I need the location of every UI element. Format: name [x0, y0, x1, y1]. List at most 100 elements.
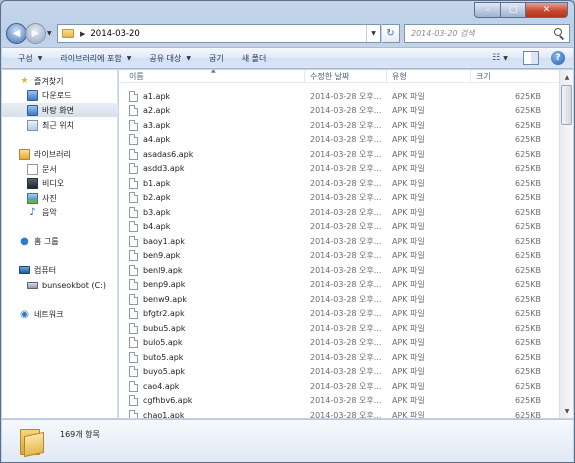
file-name-cell[interactable]: b1.apk: [129, 176, 170, 191]
address-dropdown-icon[interactable]: ▼: [366, 25, 380, 42]
file-name-cell[interactable]: asadas6.apk: [129, 147, 193, 162]
file-name-cell[interactable]: baoy1.apk: [129, 234, 185, 249]
nav-videos[interactable]: 비디오: [2, 176, 118, 190]
file-name: buto5.apk: [143, 352, 184, 362]
command-bar: 구성 ▼ 라이브러리에 포함 ▼ 공유 대상 ▼ 굽기 새 폴더 ☷ ▼ ?: [2, 47, 573, 69]
file-row[interactable]: a4.apk 2014-03-28 오후... APK 파일 625KB: [119, 133, 559, 148]
maximize-button[interactable]: □: [500, 2, 525, 18]
recent-pages-dropdown[interactable]: ▼: [47, 30, 52, 37]
search-input[interactable]: 2014-03-20 검색: [404, 24, 570, 43]
nav-drive-c[interactable]: bunseokbot (C:): [2, 278, 118, 292]
file-name-cell[interactable]: bulo5.apk: [129, 336, 183, 351]
file-row[interactable]: a1.apk 2014-03-28 오후... APK 파일 625KB: [119, 89, 559, 104]
column-header-size[interactable]: 크기: [471, 70, 559, 83]
column-header-name[interactable]: 이름: [124, 70, 305, 83]
change-view-icon[interactable]: ☷ ▼: [489, 51, 511, 65]
file-row[interactable]: b4.apk 2014-03-28 오후... APK 파일 625KB: [119, 220, 559, 235]
address-bar[interactable]: ▶ 2014-03-20 ▼: [57, 24, 381, 43]
file-row[interactable]: cao4.apk 2014-03-28 오후... APK 파일 625KB: [119, 379, 559, 394]
file-name-cell[interactable]: b2.apk: [129, 191, 170, 206]
file-row[interactable]: ben9.apk 2014-03-28 오후... APK 파일 625KB: [119, 249, 559, 264]
column-header-type[interactable]: 유형: [387, 70, 471, 83]
include-library-button[interactable]: 라이브러리에 포함 ▼: [51, 53, 140, 64]
forward-button[interactable]: ▶: [25, 23, 46, 44]
back-button[interactable]: ◀: [6, 23, 27, 44]
file-name-cell[interactable]: buyo5.apk: [129, 365, 185, 380]
burn-button[interactable]: 굽기: [200, 53, 233, 64]
nav-downloads[interactable]: 다운로드: [2, 88, 118, 102]
file-name-cell[interactable]: a2.apk: [129, 104, 170, 119]
file-name-cell[interactable]: b4.apk: [129, 220, 170, 235]
preview-pane-icon[interactable]: [523, 51, 539, 65]
nav-libraries[interactable]: 라이브러리: [2, 147, 118, 161]
file-name-cell[interactable]: cao4.apk: [129, 379, 179, 394]
search-icon[interactable]: [552, 27, 566, 41]
file-row[interactable]: bubu5.apk 2014-03-28 오후... APK 파일 625KB: [119, 321, 559, 336]
column-header-date[interactable]: 수정한 날짜: [305, 70, 387, 83]
nav-network[interactable]: ◉ 네트워크: [2, 307, 118, 321]
file-row[interactable]: b1.apk 2014-03-28 오후... APK 파일 625KB: [119, 176, 559, 191]
nav-documents[interactable]: 문서: [2, 162, 118, 176]
breadcrumb-current[interactable]: 2014-03-20: [90, 29, 139, 39]
file-row[interactable]: chao1.apk 2014-03-28 오후... APK 파일 625KB: [119, 408, 559, 418]
file-row[interactable]: benp9.apk 2014-03-28 오후... APK 파일 625KB: [119, 278, 559, 293]
scrollbar-thumb[interactable]: [561, 85, 572, 125]
file-size: 625KB: [514, 265, 541, 275]
file-row[interactable]: benl9.apk 2014-03-28 오후... APK 파일 625KB: [119, 263, 559, 278]
file-name-cell[interactable]: benp9.apk: [129, 278, 185, 293]
file-name-cell[interactable]: buto5.apk: [129, 350, 183, 365]
file-row[interactable]: asdd3.apk 2014-03-28 오후... APK 파일 625KB: [119, 162, 559, 177]
file-name-cell[interactable]: b3.apk: [129, 205, 170, 220]
file-size: 625KB: [514, 164, 541, 174]
file-row[interactable]: asadas6.apk 2014-03-28 오후... APK 파일 625KB: [119, 147, 559, 162]
vertical-scrollbar[interactable]: ▲ ▼: [559, 70, 573, 418]
file-type: APK 파일: [392, 251, 425, 261]
file-date: 2014-03-28 오후...: [310, 149, 382, 159]
nav-computer[interactable]: 컴퓨터: [2, 263, 118, 277]
file-row[interactable]: bulo5.apk 2014-03-28 오후... APK 파일 625KB: [119, 336, 559, 351]
file-name-cell[interactable]: bfgtr2.apk: [129, 307, 185, 322]
file-name-cell[interactable]: cgfhbv6.apk: [129, 394, 192, 409]
file-row[interactable]: benw9.apk 2014-03-28 오후... APK 파일 625KB: [119, 292, 559, 307]
file-name-cell[interactable]: a1.apk: [129, 89, 170, 104]
file-row[interactable]: bfgtr2.apk 2014-03-28 오후... APK 파일 625KB: [119, 307, 559, 322]
nav-homegroup[interactable]: ● 홈 그룹: [2, 234, 118, 248]
help-icon[interactable]: ?: [551, 51, 565, 65]
file-row[interactable]: buyo5.apk 2014-03-28 오후... APK 파일 625KB: [119, 365, 559, 380]
file-name: b2.apk: [143, 193, 171, 203]
file-icon: [129, 366, 138, 378]
file-row[interactable]: b3.apk 2014-03-28 오후... APK 파일 625KB: [119, 205, 559, 220]
scroll-up-icon[interactable]: ▲: [560, 70, 574, 84]
file-row[interactable]: a3.apk 2014-03-28 오후... APK 파일 625KB: [119, 118, 559, 133]
new-folder-button[interactable]: 새 폴더: [233, 53, 276, 64]
nav-music[interactable]: ♪ 음악: [2, 205, 118, 219]
nav-desktop[interactable]: 바탕 화면: [2, 103, 118, 117]
file-icon: [129, 134, 138, 146]
nav-recent[interactable]: 최근 위치: [2, 118, 118, 132]
file-name-cell[interactable]: benw9.apk: [129, 292, 187, 307]
scroll-down-icon[interactable]: ▼: [560, 404, 574, 418]
organize-button[interactable]: 구성 ▼: [2, 53, 51, 64]
file-name-cell[interactable]: a3.apk: [129, 118, 170, 133]
file-name-cell[interactable]: a4.apk: [129, 133, 170, 148]
file-row[interactable]: cgfhbv6.apk 2014-03-28 오후... APK 파일 625KB: [119, 394, 559, 409]
file-date: 2014-03-28 오후...: [310, 193, 382, 203]
minimize-button[interactable]: –: [474, 2, 500, 18]
file-row[interactable]: b2.apk 2014-03-28 오후... APK 파일 625KB: [119, 191, 559, 206]
share-with-button[interactable]: 공유 대상 ▼: [140, 53, 200, 64]
file-name-cell[interactable]: chao1.apk: [129, 408, 185, 418]
close-button[interactable]: ✕: [525, 2, 568, 18]
explorer-window: – □ ✕ ◀ ▶ ▼ ▶ 2014-03-20 ▼ ↻ 2014-03-20 …: [0, 0, 575, 463]
file-row[interactable]: buto5.apk 2014-03-28 오후... APK 파일 625KB: [119, 350, 559, 365]
nav-favorites[interactable]: ★ 즐겨찾기: [2, 74, 118, 88]
file-date: 2014-03-28 오후...: [310, 106, 382, 116]
refresh-button[interactable]: ↻: [382, 24, 400, 43]
file-name-cell[interactable]: benl9.apk: [129, 263, 183, 278]
breadcrumb-separator-icon[interactable]: ▶: [80, 30, 85, 38]
file-name-cell[interactable]: ben9.apk: [129, 249, 180, 264]
nav-pictures[interactable]: 사진: [2, 191, 118, 205]
file-name-cell[interactable]: bubu5.apk: [129, 321, 186, 336]
file-name-cell[interactable]: asdd3.apk: [129, 162, 184, 177]
file-row[interactable]: baoy1.apk 2014-03-28 오후... APK 파일 625KB: [119, 234, 559, 249]
file-row[interactable]: a2.apk 2014-03-28 오후... APK 파일 625KB: [119, 104, 559, 119]
